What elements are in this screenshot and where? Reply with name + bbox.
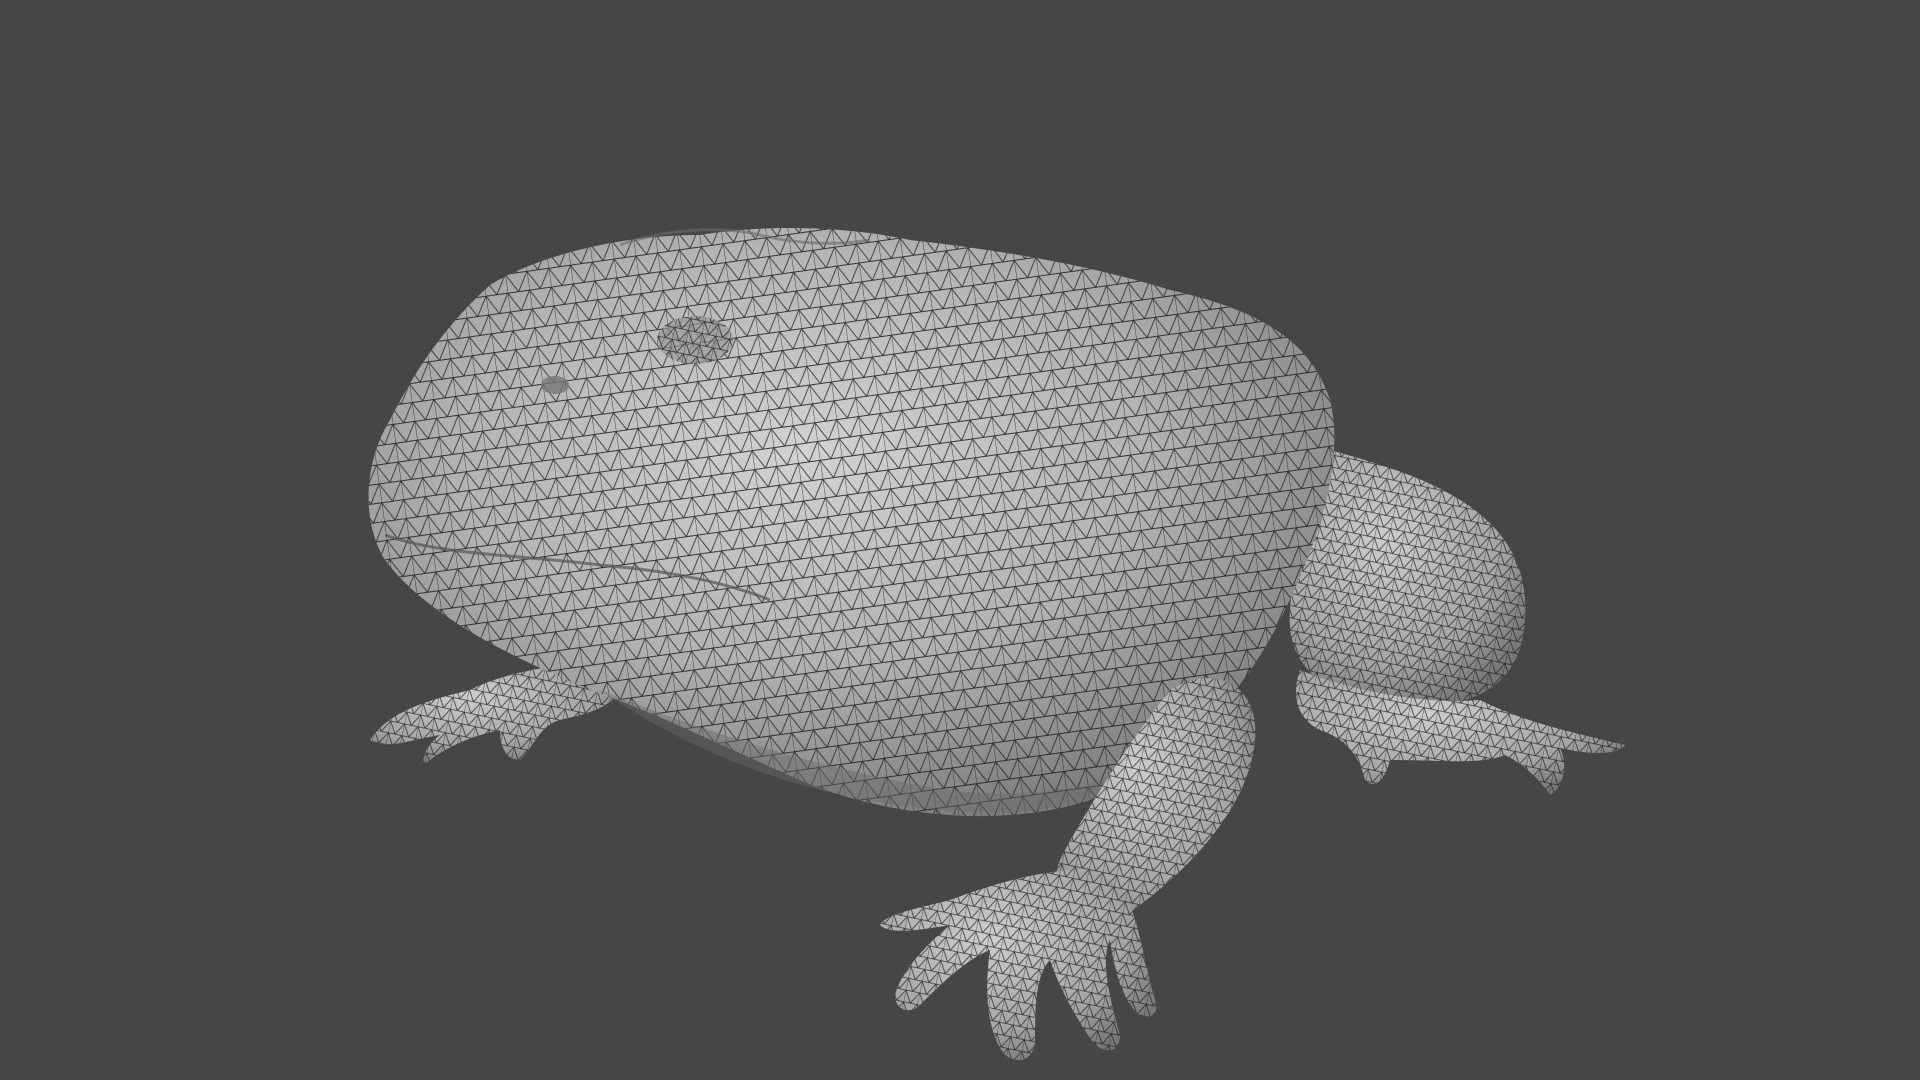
- 3d-viewport[interactable]: [0, 0, 1920, 1080]
- back-right-leg: [1289, 450, 1625, 795]
- frog-render: [368, 228, 1625, 1061]
- front-right-hand: [880, 870, 1157, 1061]
